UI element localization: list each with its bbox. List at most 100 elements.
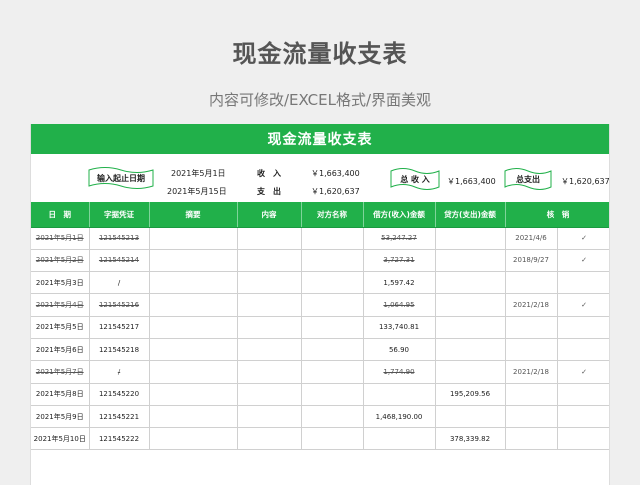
cell-check[interactable]: ✓ — [557, 249, 609, 273]
cell-credit[interactable] — [435, 405, 506, 429]
cell-summary[interactable] — [149, 360, 238, 384]
cell-debit[interactable]: 53,247.27 — [363, 227, 436, 250]
cell-credit[interactable]: 378,339.82 — [435, 427, 506, 451]
cell-credit[interactable]: 195,209.56 — [435, 383, 506, 406]
cell-content[interactable] — [237, 316, 302, 339]
cell-voucher[interactable]: 121545217 — [89, 316, 150, 339]
summary-area: 输入起止日期 2021年5月1日 2021年5月15日 收 入 支 出 ￥1,6… — [31, 154, 609, 202]
cell-debit[interactable]: 1,597.42 — [363, 271, 436, 295]
cell-summary[interactable] — [149, 405, 238, 429]
cell-counterparty[interactable] — [301, 271, 364, 295]
cell-check[interactable] — [557, 427, 609, 451]
cell-counterparty[interactable] — [301, 249, 364, 273]
cell-counterparty[interactable] — [301, 383, 364, 406]
cell-voucher[interactable]: / — [89, 360, 150, 384]
cell-summary[interactable] — [149, 383, 238, 406]
cell-summary[interactable] — [149, 338, 238, 362]
cell-voucher[interactable]: 121545218 — [89, 338, 150, 362]
cell-credit[interactable] — [435, 227, 506, 250]
cell-check[interactable]: ✓ — [557, 360, 609, 384]
cell-voucher[interactable]: 121545213 — [89, 227, 150, 250]
cell-voucher[interactable]: 121545216 — [89, 293, 150, 317]
cell-date[interactable]: 2021年5月3日 — [31, 271, 90, 295]
cell-verify-date[interactable]: 2018/9/27 — [505, 249, 558, 273]
cell-content[interactable] — [237, 383, 302, 406]
cell-credit[interactable] — [435, 293, 506, 317]
cell-date[interactable]: 2021年5月2日 — [31, 249, 90, 273]
cell-content[interactable] — [237, 249, 302, 273]
cell-content[interactable] — [237, 427, 302, 451]
cell-debit[interactable]: 3,727.31 — [363, 249, 436, 273]
expense-value: ￥1,620,637 — [311, 187, 360, 196]
cell-verify-date[interactable] — [505, 271, 558, 295]
cell-voucher[interactable]: 121545221 — [89, 405, 150, 429]
cell-content[interactable] — [237, 271, 302, 295]
table-body: 2021年5月1日 121545213 53,247.27 2021/4/6 ✓ 2021… — [31, 227, 609, 451]
cell-debit[interactable]: 1,468,190.00 — [363, 405, 436, 429]
cell-content[interactable] — [237, 338, 302, 362]
cell-content[interactable] — [237, 227, 302, 250]
cell-verify-date[interactable] — [505, 383, 558, 406]
cell-voucher[interactable]: 121545222 — [89, 427, 150, 451]
cashflow-sheet: 现金流量收支表 输入起止日期 2021年5月1日 2021年5月15日 收 入 … — [30, 124, 610, 485]
cell-content[interactable] — [237, 293, 302, 317]
cell-voucher[interactable]: 121545220 — [89, 383, 150, 406]
cell-check[interactable] — [557, 383, 609, 406]
cell-verify-date[interactable]: 2021/2/18 — [505, 360, 558, 384]
cell-date[interactable]: 2021年5月8日 — [31, 383, 90, 406]
cell-debit[interactable]: 133,740.81 — [363, 316, 436, 339]
cell-content[interactable] — [237, 405, 302, 429]
cell-date[interactable]: 2021年5月5日 — [31, 316, 90, 339]
cell-debit[interactable]: 1,064.95 — [363, 293, 436, 317]
cell-check[interactable]: ✓ — [557, 227, 609, 250]
cell-credit[interactable] — [435, 271, 506, 295]
cell-date[interactable]: 2021年5月7日 — [31, 360, 90, 384]
cell-summary[interactable] — [149, 249, 238, 273]
cell-voucher[interactable]: / — [89, 271, 150, 295]
col-debit: 借方(收入)金额 — [363, 202, 436, 228]
cell-summary[interactable] — [149, 271, 238, 295]
cell-summary[interactable] — [149, 427, 238, 451]
sheet-title: 现金流量收支表 — [31, 124, 609, 154]
cell-verify-date[interactable] — [505, 316, 558, 339]
cell-verify-date[interactable] — [505, 338, 558, 362]
income-value: ￥1,663,400 — [311, 169, 360, 178]
cell-date[interactable]: 2021年5月10日 — [31, 427, 90, 451]
cell-verify-date[interactable]: 2021/2/18 — [505, 293, 558, 317]
table-row: 2021年5月1日 121545213 53,247.27 2021/4/6 ✓ — [31, 227, 609, 250]
cell-date[interactable]: 2021年5月1日 — [31, 227, 90, 250]
cell-counterparty[interactable] — [301, 427, 364, 451]
cell-date[interactable]: 2021年5月4日 — [31, 293, 90, 317]
cell-summary[interactable] — [149, 293, 238, 317]
cell-check[interactable] — [557, 316, 609, 339]
cell-counterparty[interactable] — [301, 338, 364, 362]
col-verify: 核 销 — [505, 202, 609, 228]
cell-debit[interactable] — [363, 383, 436, 406]
cell-summary[interactable] — [149, 227, 238, 250]
cell-date[interactable]: 2021年5月9日 — [31, 405, 90, 429]
cell-check[interactable] — [557, 338, 609, 362]
cell-credit[interactable] — [435, 338, 506, 362]
cell-debit[interactable]: 1,774.90 — [363, 360, 436, 384]
cell-date[interactable]: 2021年5月6日 — [31, 338, 90, 362]
cell-content[interactable] — [237, 360, 302, 384]
cell-verify-date[interactable]: 2021/4/6 — [505, 227, 558, 250]
cell-counterparty[interactable] — [301, 227, 364, 250]
cell-check[interactable]: ✓ — [557, 293, 609, 317]
cell-counterparty[interactable] — [301, 405, 364, 429]
cell-verify-date[interactable] — [505, 427, 558, 451]
cell-credit[interactable] — [435, 360, 506, 384]
cell-voucher[interactable]: 121545214 — [89, 249, 150, 273]
cell-credit[interactable] — [435, 249, 506, 273]
cell-counterparty[interactable] — [301, 360, 364, 384]
cell-check[interactable] — [557, 405, 609, 429]
total-expense-value: ￥1,620,637 — [561, 177, 610, 186]
cell-verify-date[interactable] — [505, 405, 558, 429]
cell-summary[interactable] — [149, 316, 238, 339]
cell-check[interactable] — [557, 271, 609, 295]
cell-credit[interactable] — [435, 316, 506, 339]
cell-counterparty[interactable] — [301, 316, 364, 339]
cell-debit[interactable] — [363, 427, 436, 451]
cell-debit[interactable]: 56.90 — [363, 338, 436, 362]
cell-counterparty[interactable] — [301, 293, 364, 317]
